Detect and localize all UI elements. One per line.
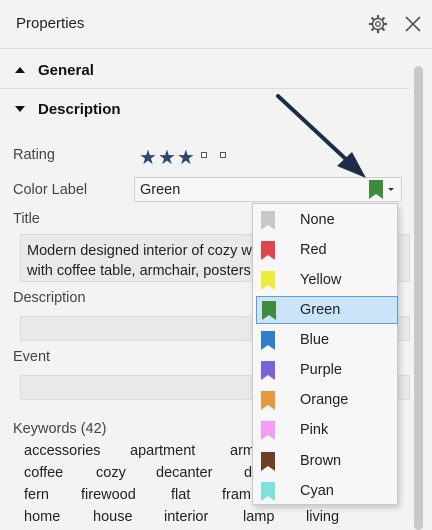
keyword-tag[interactable]: fern xyxy=(24,487,49,503)
keyword-tag[interactable]: decanter xyxy=(156,465,212,481)
empty-star-icon[interactable] xyxy=(220,152,226,158)
color-option-green[interactable]: Green xyxy=(256,296,398,324)
color-option-label: Brown xyxy=(300,453,342,469)
color-option-purple[interactable]: Purple xyxy=(254,356,396,384)
color-dropdown-button[interactable] xyxy=(363,178,401,201)
keyword-tag[interactable]: flat xyxy=(171,487,190,503)
bookmark-blue-icon xyxy=(261,331,275,350)
chevron-down-icon xyxy=(15,106,25,112)
keyword-tag[interactable]: lamp xyxy=(243,509,274,525)
color-label-value: Green xyxy=(140,182,181,198)
keyword-tag[interactable]: living xyxy=(306,509,339,525)
color-option-pink[interactable]: Pink xyxy=(254,416,396,444)
title-line-2: with coffee table, armchair, posters xyxy=(27,263,251,279)
title-label: Title xyxy=(13,211,40,227)
panel-header: Properties xyxy=(0,0,432,48)
section-description-label: Description xyxy=(38,101,121,118)
color-option-label: Green xyxy=(300,302,341,318)
bookmark-cyan-icon xyxy=(261,482,275,501)
color-dropdown-list: None Red Yellow Green Blue Purple Orange xyxy=(252,203,398,505)
keyword-tag[interactable]: accessories xyxy=(24,443,101,459)
color-option-brown[interactable]: Brown xyxy=(254,447,396,475)
color-option-label: Yellow xyxy=(300,272,342,288)
star-icon[interactable]: ★ xyxy=(177,147,196,169)
color-option-blue[interactable]: Blue xyxy=(254,326,396,354)
properties-panel: Properties General Description Rating ★★… xyxy=(0,0,432,530)
section-description-toggle[interactable]: Description xyxy=(0,93,410,127)
empty-star-icon[interactable] xyxy=(201,152,207,158)
keyword-tag[interactable]: firewood xyxy=(81,487,136,503)
title-line-1: Modern designed interior of cozy w xyxy=(27,243,252,259)
bookmark-red-icon xyxy=(261,241,275,260)
color-option-label: Pink xyxy=(300,422,329,438)
rating-stars[interactable]: ★★★ xyxy=(139,145,196,170)
star-icon[interactable]: ★ xyxy=(139,147,158,169)
panel-title: Properties xyxy=(16,15,85,32)
color-option-cyan[interactable]: Cyan xyxy=(254,477,396,505)
chevron-up-icon xyxy=(15,67,25,73)
color-option-label: Red xyxy=(300,242,327,258)
bookmark-brown-icon xyxy=(261,452,275,471)
keyword-tag[interactable]: cozy xyxy=(96,465,126,481)
keyword-tag[interactable]: house xyxy=(93,509,133,525)
color-label-select[interactable]: Green xyxy=(134,177,402,202)
header-divider xyxy=(0,48,432,49)
bookmark-green-icon xyxy=(262,301,276,320)
color-option-label: None xyxy=(300,212,335,228)
vertical-scrollbar[interactable] xyxy=(414,58,423,530)
rating-label: Rating xyxy=(13,147,55,163)
bookmark-pink-icon xyxy=(261,421,275,440)
bookmark-orange-icon xyxy=(261,391,275,410)
color-option-red[interactable]: Red xyxy=(254,236,396,264)
color-option-label: Blue xyxy=(300,332,330,348)
color-option-orange[interactable]: Orange xyxy=(254,386,396,414)
color-option-none[interactable]: None xyxy=(254,206,396,234)
keyword-tag[interactable]: apartment xyxy=(130,443,195,459)
color-option-label: Cyan xyxy=(300,483,334,499)
section-general-label: General xyxy=(38,62,94,79)
keyword-tag[interactable]: fram xyxy=(222,487,251,503)
color-label-label: Color Label xyxy=(13,182,88,198)
color-option-label: Purple xyxy=(300,362,342,378)
close-icon[interactable] xyxy=(403,14,423,34)
keywords-heading: Keywords (42) xyxy=(13,421,107,437)
bookmark-none-icon xyxy=(261,211,275,230)
color-option-label: Orange xyxy=(300,392,349,408)
description-label: Description xyxy=(13,290,86,306)
section-general-toggle[interactable]: General xyxy=(0,54,410,88)
keyword-tag[interactable]: d xyxy=(244,465,252,481)
keyword-tag[interactable]: home xyxy=(24,509,60,525)
keyword-tag[interactable]: coffee xyxy=(24,465,63,481)
keyword-tag[interactable]: interior xyxy=(164,509,208,525)
gear-icon[interactable] xyxy=(368,14,388,34)
bookmark-green-icon xyxy=(369,180,394,199)
event-label: Event xyxy=(13,349,51,365)
bookmark-yellow-icon xyxy=(261,271,275,290)
bookmark-purple-icon xyxy=(261,361,275,380)
section-divider xyxy=(0,88,410,89)
star-icon[interactable]: ★ xyxy=(158,147,177,169)
scrollbar-thumb[interactable] xyxy=(414,66,423,530)
color-option-yellow[interactable]: Yellow xyxy=(254,266,396,294)
